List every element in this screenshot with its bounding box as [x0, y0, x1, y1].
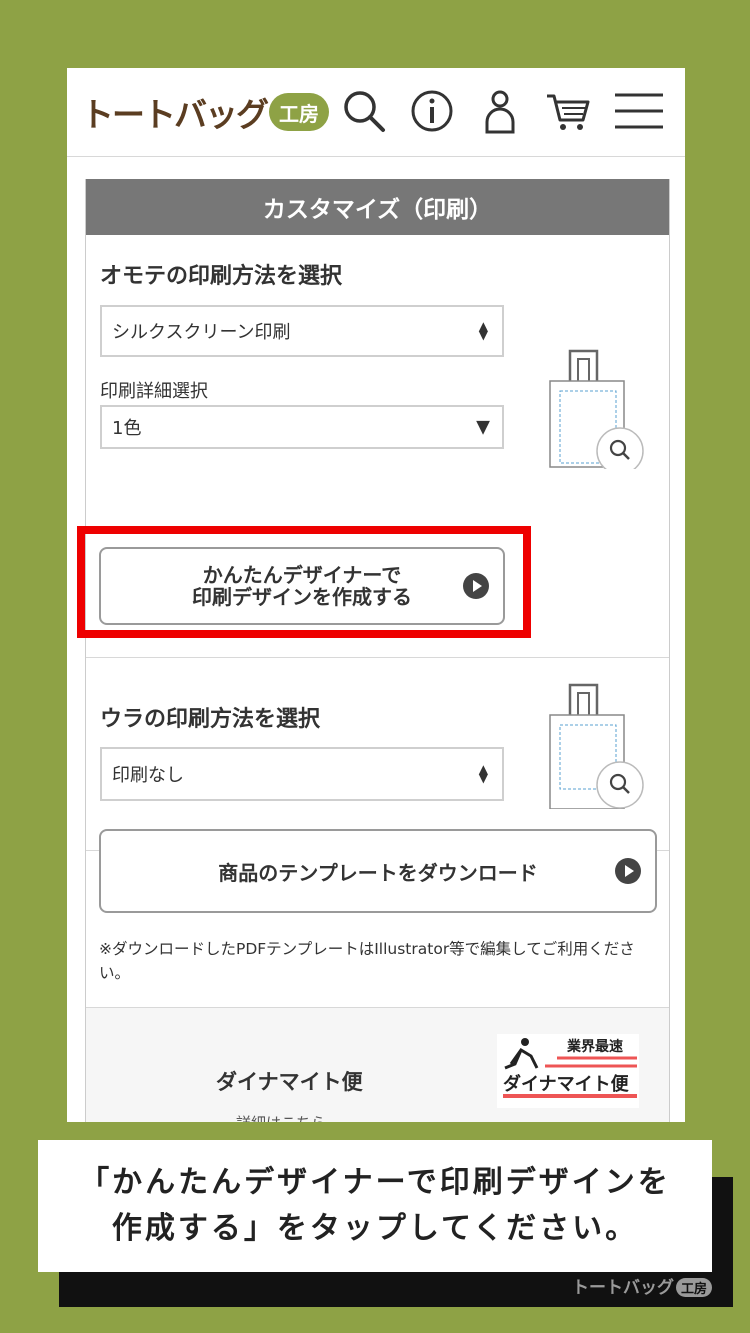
template-note: ※ダウンロードしたPDFテンプレートはIllustrator等で編集してご利用く…: [99, 940, 635, 982]
updown-arrows-icon: ▲ ▼: [478, 762, 488, 785]
back-bag-image: [549, 683, 644, 809]
template-download-button[interactable]: 商品のテンプレートをダウンロード: [99, 829, 657, 913]
watermark: トートバッグ 工房: [572, 1273, 713, 1298]
menu-icon[interactable]: [613, 86, 665, 136]
print-detail-select[interactable]: 1色 ▼: [100, 405, 504, 449]
caption-line2: 作成する」をタップしてください。: [111, 1211, 639, 1246]
instruction-caption: 「かんたんデザイナーで印刷デザインを 作成する」をタップしてください。: [38, 1140, 712, 1272]
dynamite-banner[interactable]: 業界最速 ダイナマイト便: [497, 1034, 639, 1108]
banner-line2: ダイナマイト便: [503, 1074, 629, 1095]
phone-screen: トートバッグ 工房 カスタマイズ（印刷） オモテの印刷方法を選択 シルクスクリー…: [67, 68, 685, 1122]
site-header: トートバッグ 工房: [67, 68, 685, 157]
user-icon[interactable]: [475, 86, 525, 136]
cart-icon[interactable]: [543, 86, 593, 136]
updown-arrows-icon: ▲ ▼: [478, 319, 488, 342]
site-logo[interactable]: トートバッグ 工房: [81, 90, 329, 134]
front-method-select[interactable]: シルクスクリーン印刷 ▲ ▼: [100, 305, 504, 357]
dynamite-section: ダイナマイト便 詳細はこちら 業界最速 ダイナマイト便: [86, 1007, 669, 1122]
zoom-icon: [596, 427, 644, 469]
panel-title: カスタマイズ（印刷）: [86, 179, 669, 235]
customize-panel: カスタマイズ（印刷） オモテの印刷方法を選択 シルクスクリーン印刷 ▲ ▼ 印刷詳…: [77, 179, 670, 1122]
logo-badge: 工房: [269, 93, 329, 131]
info-icon[interactable]: [407, 86, 457, 136]
watermark-text: トートバッグ: [572, 1278, 674, 1298]
watermark-badge: 工房: [676, 1278, 713, 1297]
play-arrow-icon: [615, 858, 641, 884]
front-method-value: シルクスクリーン印刷: [112, 322, 291, 343]
back-section-title: ウラの印刷方法を選択: [100, 707, 321, 732]
dynamite-detail-link[interactable]: 詳細はこちら: [236, 1112, 326, 1122]
logo-text: トートバッグ: [81, 95, 269, 134]
section-divider: [86, 657, 669, 658]
back-method-value: 印刷なし: [112, 765, 184, 786]
print-detail-value: 1色: [112, 418, 142, 439]
dropdown-arrow-icon: ▼: [476, 416, 490, 438]
template-button-label: 商品のテンプレートをダウンロード: [218, 860, 538, 885]
banner-line1: 業界最速: [567, 1039, 623, 1055]
dynamite-title: ダイナマイト便: [216, 1070, 363, 1094]
highlight-frame: [77, 526, 531, 638]
caption-line1: 「かんたんデザイナーで印刷デザインを: [79, 1165, 671, 1200]
search-icon[interactable]: [339, 86, 389, 136]
front-section-title: オモテの印刷方法を選択: [100, 264, 343, 289]
front-bag-image: [549, 349, 644, 469]
back-method-select[interactable]: 印刷なし ▲ ▼: [100, 747, 504, 801]
print-detail-label: 印刷詳細選択: [100, 381, 208, 402]
